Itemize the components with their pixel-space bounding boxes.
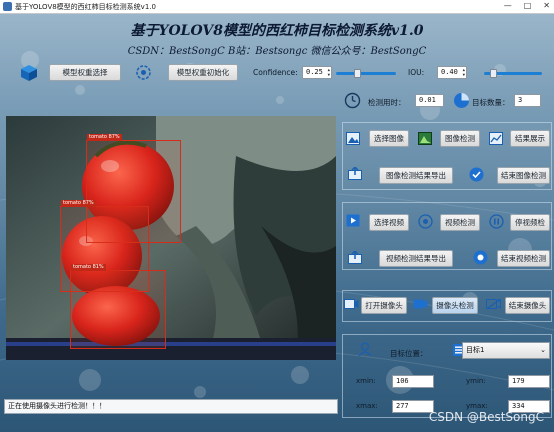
close-camera-button[interactable]: 结束摄像头 [505,297,550,314]
target-select-dropdown[interactable]: 目标1 ⌄ [462,342,550,359]
minimize-icon[interactable]: — [504,1,512,10]
page-subtitle: CSDN：BestSongC B站：Bestsongc 微信公众号：BestSo… [127,46,427,57]
select-video-button[interactable]: 选择视频 [369,214,409,231]
detect-time-label: 检测用时： [368,98,406,107]
video-detect-icon [418,214,433,229]
cube-icon [21,65,37,81]
camera-off-icon [486,298,501,310]
camera-detect-button[interactable]: 摄像头检测 [432,297,478,314]
page-title: 基于YOLOV8模型的西红柿目标检测系统v1.0 [130,23,424,39]
watermark-text: CSDN @BestSongC [428,410,544,424]
end-image-detect-button[interactable]: 结束图像检测 [497,167,550,184]
camera-icon [344,299,359,309]
xmax-label: xmax: [356,402,378,410]
detection-box: tomato 81% [70,264,166,349]
ymax-label: ymax: [466,402,488,410]
maximize-icon[interactable]: □ [524,1,532,10]
export-icon [348,167,362,180]
iou-spinbox[interactable]: 0.40 ▲ ▼ [437,66,467,79]
user-icon [358,342,372,357]
target-count-label: 目标数量： [472,98,510,107]
iou-label: IOU: [408,68,425,77]
model-weight-select-button[interactable]: 模型权重选择 [49,64,121,81]
detection-display: tomato 87% tomato 87% tomato 81% [6,116,336,360]
export-video-result-button[interactable]: 视频检测结果导出 [379,250,453,267]
status-message: 正在使用摄像头进行检测！！！ [4,399,338,414]
clock-icon [344,92,361,109]
window-title: 基于YOLOV8模型的西红柿目标检测系统v1.0 [15,2,156,11]
detection-label: tomato 87% [61,200,96,207]
end-video-detect-button[interactable]: 结束视频检测 [497,250,550,267]
camera-detect-icon [413,299,428,309]
confidence-slider-handle[interactable] [354,69,361,78]
confidence-spinbox[interactable]: 0.25 ▲ ▼ [302,66,332,79]
confidence-slider[interactable] [336,69,396,78]
model-weight-init-button[interactable]: 模型权重初始化 [168,64,238,81]
pause-icon [489,214,504,229]
xmin-label: xmin: [356,377,376,385]
chevron-down-icon: ⌄ [540,346,546,354]
image-detect-icon [418,132,432,145]
xmax-value: 277 [392,400,434,413]
pie-chart-icon [454,93,469,108]
detect-time-value: 0.01 [415,94,444,107]
iou-slider-handle[interactable] [490,69,497,78]
app-icon [3,2,12,11]
video-detect-button[interactable]: 视频检测 [440,214,480,231]
detection-label: tomato 87% [87,134,122,141]
result-show-button[interactable]: 结果展示 [510,130,550,147]
confidence-label: Confidence: [253,68,298,77]
window-controls: — □ ✕ [504,1,550,10]
stop-circle-icon [473,250,488,265]
export-image-result-button[interactable]: 图像检测结果导出 [379,167,453,184]
ymin-label: ymin: [466,377,486,385]
detection-label: tomato 81% [71,264,106,271]
ymin-value: 179 [508,375,550,388]
image-detect-button[interactable]: 图像检测 [440,130,480,147]
target-position-label: 目标位置： [390,349,428,358]
iou-slider[interactable] [484,69,542,78]
check-circle-icon [469,167,484,182]
result-show-icon [489,132,503,145]
video-icon [346,214,360,227]
pause-video-button[interactable]: 停视频检 [510,214,550,231]
settings-target-icon [136,65,151,80]
target-count-value: 3 [514,94,541,107]
xmin-value: 106 [392,375,434,388]
video-export-icon [348,251,362,264]
control-panel: 选择图像 图像检测 结果展示 图像检测结果导出 结束图像检测 选择视频 视频检测… [342,122,554,432]
select-image-button[interactable]: 选择图像 [369,130,409,147]
window-titlebar: 基于YOLOV8模型的西红柿目标检测系统v1.0 — □ ✕ [0,0,554,14]
image-icon [346,132,360,145]
open-camera-button[interactable]: 打开摄像头 [361,297,407,314]
close-icon[interactable]: ✕ [543,1,550,10]
